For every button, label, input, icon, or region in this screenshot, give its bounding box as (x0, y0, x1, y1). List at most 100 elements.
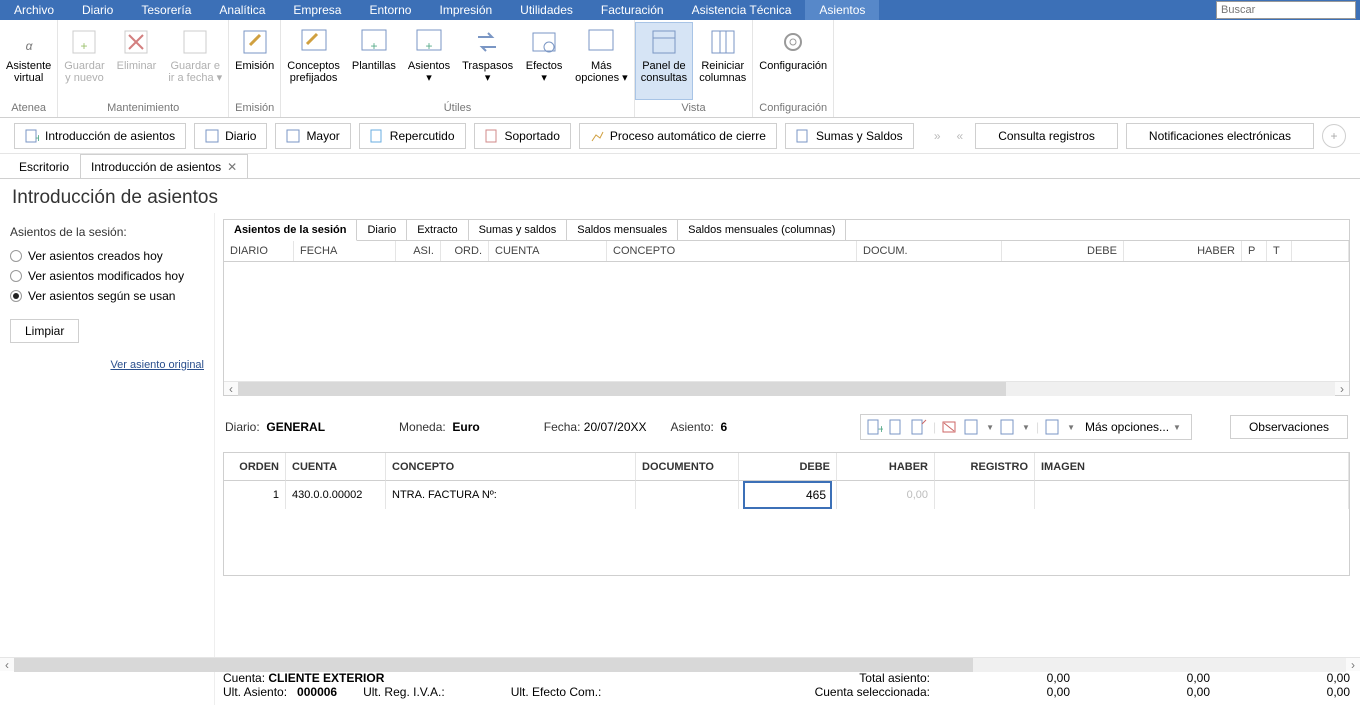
col-diario[interactable]: DIARIO (224, 241, 294, 261)
ver-asiento-original-link[interactable]: Ver asiento original (10, 359, 204, 371)
mas-opciones-toolbar[interactable]: Más opciones...▼ (1081, 420, 1185, 434)
close-icon[interactable]: ✕ (227, 160, 237, 174)
tool-b-icon[interactable] (1000, 419, 1016, 435)
qa-soportado[interactable]: Soportado (474, 123, 571, 149)
dropdown-icon[interactable]: ▼ (1022, 423, 1030, 432)
scroll-track[interactable] (238, 382, 1335, 396)
tool-c-icon[interactable] (1045, 419, 1061, 435)
search-input[interactable] (1217, 2, 1355, 18)
scroll-right-icon[interactable]: › (1346, 658, 1360, 672)
col-orden[interactable]: ORDEN (224, 453, 286, 481)
subtab-sumas[interactable]: Sumas y saldos (469, 220, 568, 241)
dropdown-icon[interactable]: ▼ (1067, 423, 1075, 432)
col-haber[interactable]: HABER (1124, 241, 1242, 261)
scroll-left-icon[interactable]: ‹ (224, 382, 238, 396)
subtab-diario[interactable]: Diario (357, 220, 407, 241)
subtab-saldos-m[interactable]: Saldos mensuales (567, 220, 678, 241)
table-row[interactable]: 1 430.0.0.00002 NTRA. FACTURA Nº: 0,00 (224, 481, 1349, 509)
reiniciar-columnas-button[interactable]: Reiniciarcolumnas (693, 22, 752, 100)
radio-modificados-hoy[interactable]: Ver asientos modificados hoy (10, 269, 204, 283)
menu-asientos[interactable]: Asientos (805, 0, 879, 20)
conceptos-button[interactable]: Conceptosprefijados (281, 22, 346, 100)
col-haber2[interactable]: HABER (837, 453, 935, 481)
menu-tesoreria[interactable]: Tesorería (127, 0, 205, 20)
scroll-track[interactable] (215, 658, 1346, 672)
guardar-fecha-button[interactable]: Guardar eir a fecha ▾ (162, 22, 228, 100)
col-concepto2[interactable]: CONCEPTO (386, 453, 636, 481)
qa-next-icon[interactable]: » (930, 129, 945, 143)
col-imagen[interactable]: IMAGEN (1035, 453, 1349, 481)
qa-notificaciones[interactable]: Notificaciones electrónicas (1126, 123, 1314, 149)
cell-debe[interactable] (739, 481, 837, 509)
qa-prev-icon[interactable]: « (953, 129, 968, 143)
hscrollbar2[interactable]: ‹› (215, 657, 1360, 671)
col-cuenta[interactable]: CUENTA (489, 241, 607, 261)
subtab-saldos-col[interactable]: Saldos mensuales (columnas) (678, 220, 846, 241)
dropdown-icon[interactable]: ▼ (986, 423, 994, 432)
debe-input[interactable] (745, 483, 830, 507)
panel-consultas-button[interactable]: Panel deconsultas (635, 22, 693, 100)
menu-impresion[interactable]: Impresión (425, 0, 506, 20)
scroll-right-icon[interactable]: › (1335, 382, 1349, 396)
qa-mayor[interactable]: Mayor (275, 123, 350, 149)
menu-empresa[interactable]: Empresa (279, 0, 355, 20)
tab-introduccion[interactable]: Introducción de asientos✕ (80, 154, 248, 178)
configuracion-button[interactable]: Configuración (753, 22, 833, 100)
col-t[interactable]: T (1267, 241, 1292, 261)
radio-creados-hoy[interactable]: Ver asientos creados hoy (10, 249, 204, 263)
menu-analitica[interactable]: Analítica (205, 0, 279, 20)
cell-haber[interactable]: 0,00 (837, 481, 935, 509)
observaciones-button[interactable]: Observaciones (1230, 415, 1348, 439)
emision-button[interactable]: Emisión (229, 22, 280, 100)
cell-orden[interactable]: 1 (224, 481, 286, 509)
tool-a-icon[interactable] (964, 419, 980, 435)
guardar-nuevo-button[interactable]: +Guardary nuevo (58, 22, 110, 100)
col-concepto[interactable]: CONCEPTO (607, 241, 857, 261)
scroll-thumb[interactable] (215, 658, 973, 672)
col-debe[interactable]: DEBE (1002, 241, 1124, 261)
asistente-virtual-button[interactable]: α Asistente virtual (0, 22, 57, 100)
cell-imagen[interactable] (1035, 481, 1349, 509)
col-documento[interactable]: DOCUMENTO (636, 453, 739, 481)
qa-add-button[interactable]: + (1322, 124, 1346, 148)
cell-concepto[interactable]: NTRA. FACTURA Nº: (386, 481, 636, 509)
tab-escritorio[interactable]: Escritorio (8, 154, 80, 178)
radio-segun-usan[interactable]: Ver asientos según se usan (10, 289, 204, 303)
hscrollbar[interactable]: ‹› (224, 381, 1349, 395)
row-del-icon[interactable] (942, 419, 958, 435)
col-asi[interactable]: ASI. (396, 241, 441, 261)
traspasos-button[interactable]: Traspasos▾ (456, 22, 519, 100)
asientos-button[interactable]: +Asientos▾ (402, 22, 456, 100)
eliminar-button[interactable]: Eliminar (111, 22, 163, 100)
menu-facturacion[interactable]: Facturación (587, 0, 678, 20)
qa-introduccion[interactable]: +Introducción de asientos (14, 123, 186, 149)
plantillas-button[interactable]: +Plantillas (346, 22, 402, 100)
doc-del-icon[interactable] (911, 419, 927, 435)
efectos-button[interactable]: Efectos▾ (519, 22, 569, 100)
menu-archivo[interactable]: Archivo (0, 0, 68, 20)
menu-utilidades[interactable]: Utilidades (506, 0, 587, 20)
doc-add-icon[interactable]: + (867, 419, 883, 435)
col-cuenta2[interactable]: CUENTA (286, 453, 386, 481)
qa-consulta-registros[interactable]: Consulta registros (975, 123, 1118, 149)
menu-entorno[interactable]: Entorno (355, 0, 425, 20)
mas-opciones-button[interactable]: Másopciones ▾ (569, 22, 634, 100)
qa-repercutido[interactable]: Repercutido (359, 123, 466, 149)
subtab-sesion[interactable]: Asientos de la sesión (224, 220, 357, 241)
col-docum[interactable]: DOCUM. (857, 241, 1002, 261)
col-fecha[interactable]: FECHA (294, 241, 396, 261)
col-registro[interactable]: REGISTRO (935, 453, 1035, 481)
scroll-thumb[interactable] (238, 382, 1006, 396)
col-p[interactable]: P (1242, 241, 1267, 261)
qa-diario[interactable]: Diario (194, 123, 267, 149)
col-debe2[interactable]: DEBE (739, 453, 837, 481)
qa-proceso-cierre[interactable]: Proceso automático de cierre (579, 123, 777, 149)
col-ord[interactable]: ORD. (441, 241, 489, 261)
limpiar-button[interactable]: Limpiar (10, 319, 79, 343)
qa-sumas-saldos[interactable]: Sumas y Saldos (785, 123, 914, 149)
doc-save-icon[interactable] (889, 419, 905, 435)
menu-asistencia[interactable]: Asistencia Técnica (678, 0, 806, 20)
menu-diario[interactable]: Diario (68, 0, 127, 20)
cell-cuenta[interactable]: 430.0.0.00002 (286, 481, 386, 509)
cell-documento[interactable] (636, 481, 739, 509)
